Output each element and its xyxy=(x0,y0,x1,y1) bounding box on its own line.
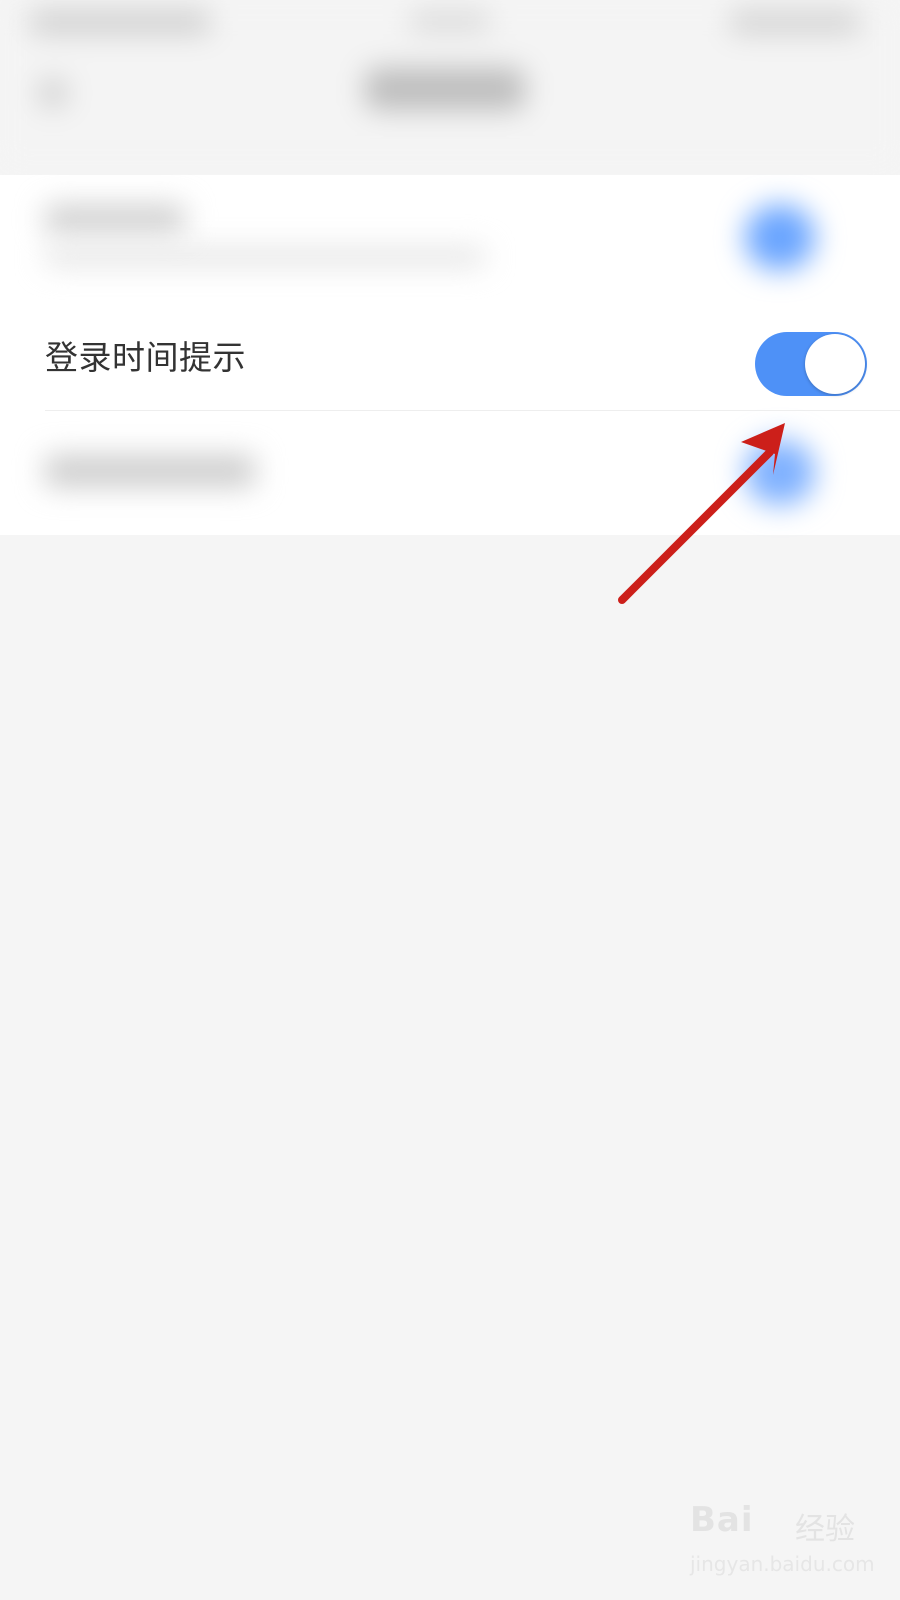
watermark: Bai 经验 jingyan.baidu.com xyxy=(690,1500,890,1590)
annotation-arrow-icon xyxy=(618,423,785,604)
watermark-url: jingyan.baidu.com xyxy=(690,1552,875,1576)
watermark-product: 经验 xyxy=(795,1512,855,1547)
watermark-brand: Bai xyxy=(690,1500,754,1540)
